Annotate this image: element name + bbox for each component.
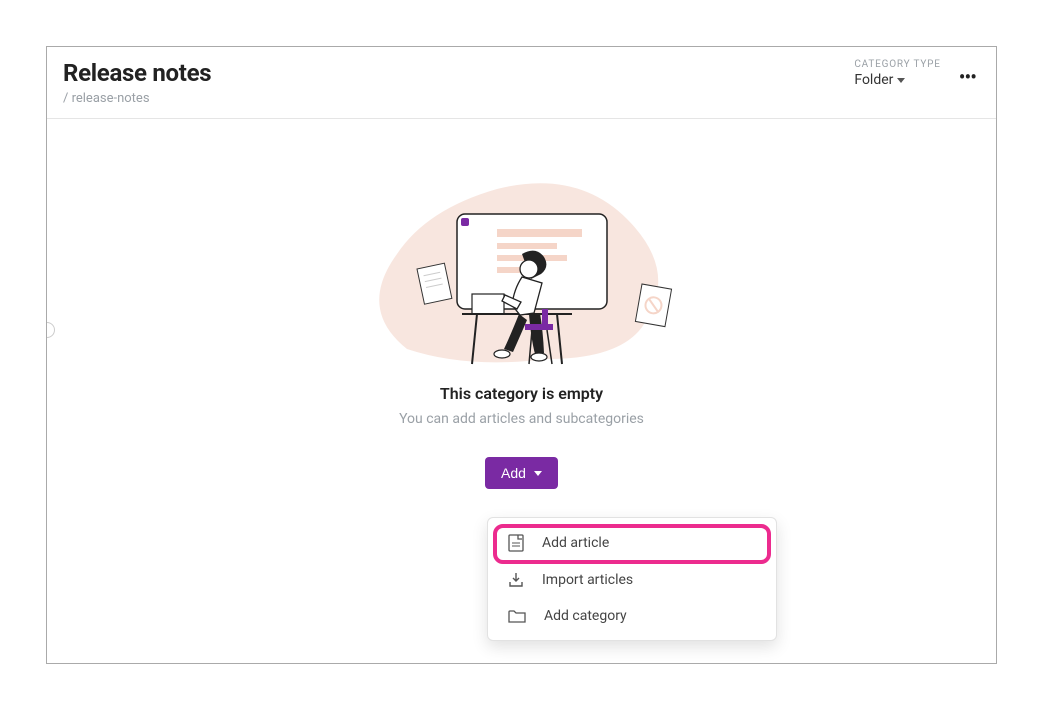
file-icon: [508, 534, 524, 552]
page-slug: / release-notes: [63, 91, 211, 106]
dropdown-item-import-articles[interactable]: Import articles: [488, 562, 776, 598]
empty-subtitle: You can add articles and subcategories: [399, 411, 644, 427]
dropdown-item-label: Add article: [542, 535, 609, 551]
category-type-text: Folder: [854, 72, 893, 88]
more-actions-button[interactable]: •••: [959, 61, 976, 87]
empty-title: This category is empty: [440, 384, 603, 403]
empty-illustration: [347, 159, 697, 374]
add-dropdown-menu: Add article Import articles Add category: [487, 517, 777, 641]
category-type-dropdown[interactable]: CATEGORY TYPE Folder: [854, 59, 940, 88]
add-button[interactable]: Add: [485, 457, 558, 489]
category-panel: Release notes / release-notes CATEGORY T…: [46, 46, 997, 664]
panel-header: Release notes / release-notes CATEGORY T…: [47, 47, 996, 119]
dropdown-item-add-article[interactable]: Add article: [488, 524, 776, 562]
dropdown-item-label: Import articles: [542, 572, 633, 588]
header-right: CATEGORY TYPE Folder •••: [854, 59, 976, 88]
dropdown-item-label: Add category: [544, 608, 627, 624]
caret-down-icon: [534, 471, 542, 476]
empty-state: This category is empty You can add artic…: [47, 119, 996, 489]
import-icon: [508, 572, 524, 588]
folder-icon: [508, 609, 526, 623]
category-type-value[interactable]: Folder: [854, 72, 905, 88]
chevron-down-icon: [897, 78, 905, 83]
add-button-label: Add: [501, 465, 526, 481]
header-left: Release notes / release-notes: [63, 59, 211, 106]
category-type-label: CATEGORY TYPE: [854, 59, 940, 70]
dropdown-item-add-category[interactable]: Add category: [488, 598, 776, 634]
page-title: Release notes: [63, 59, 211, 87]
